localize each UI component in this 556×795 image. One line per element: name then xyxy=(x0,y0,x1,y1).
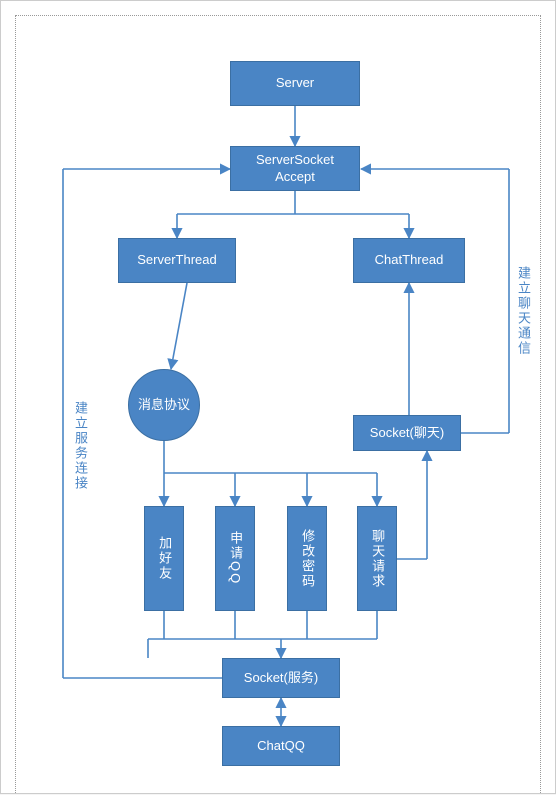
node-server: Server xyxy=(230,61,360,106)
edge-label-service-connect: 建立服务连接 xyxy=(71,401,90,491)
node-message-protocol: 消息协议 xyxy=(128,369,200,441)
node-serverthread: ServerThread xyxy=(118,238,236,283)
node-serversocket-accept: ServerSocket Accept xyxy=(230,146,360,191)
node-change-password: 修改密码 xyxy=(287,506,327,611)
node-chat-request: 聊天请求 xyxy=(357,506,397,611)
edge-label-chat-connect: 建立聊天通信 xyxy=(514,266,533,356)
node-apply-qq: 申请QQ xyxy=(215,506,255,611)
diagram-page: Server ServerSocket Accept ServerThread … xyxy=(0,0,556,794)
node-socket-chat: Socket(聊天) xyxy=(353,415,461,451)
node-chatqq: ChatQQ xyxy=(222,726,340,766)
node-socket-service: Socket(服务) xyxy=(222,658,340,698)
node-add-friend: 加好友 xyxy=(144,506,184,611)
node-chatthread: ChatThread xyxy=(353,238,465,283)
